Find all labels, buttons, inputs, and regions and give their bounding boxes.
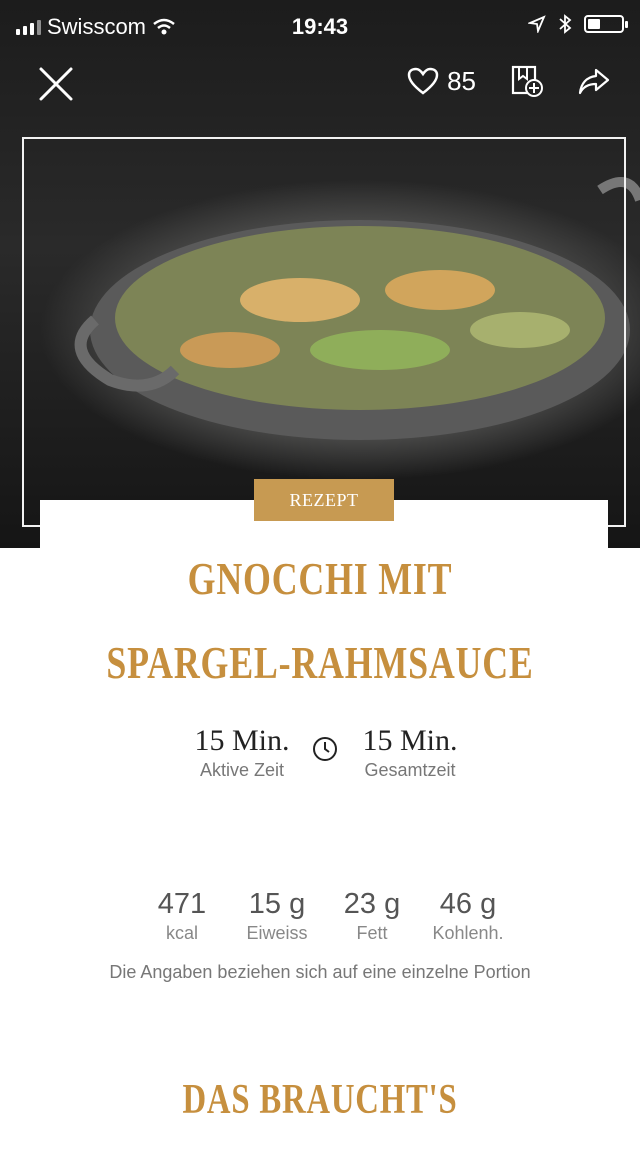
battery-icon (584, 15, 628, 33)
active-time-value: 15 Min. (194, 724, 290, 757)
nutrition-value: 23 g (343, 888, 401, 920)
nutrition-label: Kohlenh. (432, 923, 504, 943)
hero-frame (22, 137, 626, 527)
nutrition-note: Die Angaben beziehen sich auf eine einze… (109, 962, 531, 982)
recipe-badge: REZEPT (254, 479, 394, 521)
bluetooth-icon (559, 14, 572, 34)
nutrition-kcal: 471 kcal (146, 888, 218, 944)
active-time-label: Aktive Zeit (199, 760, 285, 780)
clock-icon (313, 737, 337, 761)
add-to-collection-icon[interactable] (510, 64, 544, 98)
nutrition-fat: 23 g Fett (330, 888, 414, 944)
share-icon[interactable] (578, 67, 610, 95)
recipe-title-line1: GNOCCHI MIT (187, 553, 453, 604)
nutrition-label: kcal (165, 923, 198, 943)
heart-icon (407, 67, 439, 95)
total-time-label: Gesamtzeit (364, 760, 456, 780)
like-button[interactable]: 85 (407, 66, 476, 97)
total-time: 15 Min. Gesamtzeit (340, 724, 480, 781)
ingredients-section-title: DAS BRAUCHT'S (182, 1077, 458, 1123)
status-bar: Swisscom 19:43 (0, 0, 640, 50)
recipe-title-line2: SPARGEL-RAHMSAUCE (106, 637, 534, 688)
location-icon (528, 15, 546, 33)
nutrition-label: Fett (356, 923, 388, 943)
close-icon[interactable] (36, 64, 76, 104)
like-count: 85 (447, 65, 476, 96)
nutrition-value: 15 g (248, 888, 306, 920)
nutrition-protein: 15 g Eiweiss (234, 888, 320, 944)
nutrition-carbs: 46 g Kohlenh. (420, 888, 516, 944)
top-action-bar: 85 (0, 50, 640, 120)
active-time: 15 Min. Aktive Zeit (172, 724, 312, 781)
nutrition-label: Eiweiss (246, 923, 308, 943)
nutrition-value: 46 g (439, 888, 497, 920)
nutrition-value: 471 (157, 888, 207, 920)
total-time-value: 15 Min. (362, 724, 458, 757)
